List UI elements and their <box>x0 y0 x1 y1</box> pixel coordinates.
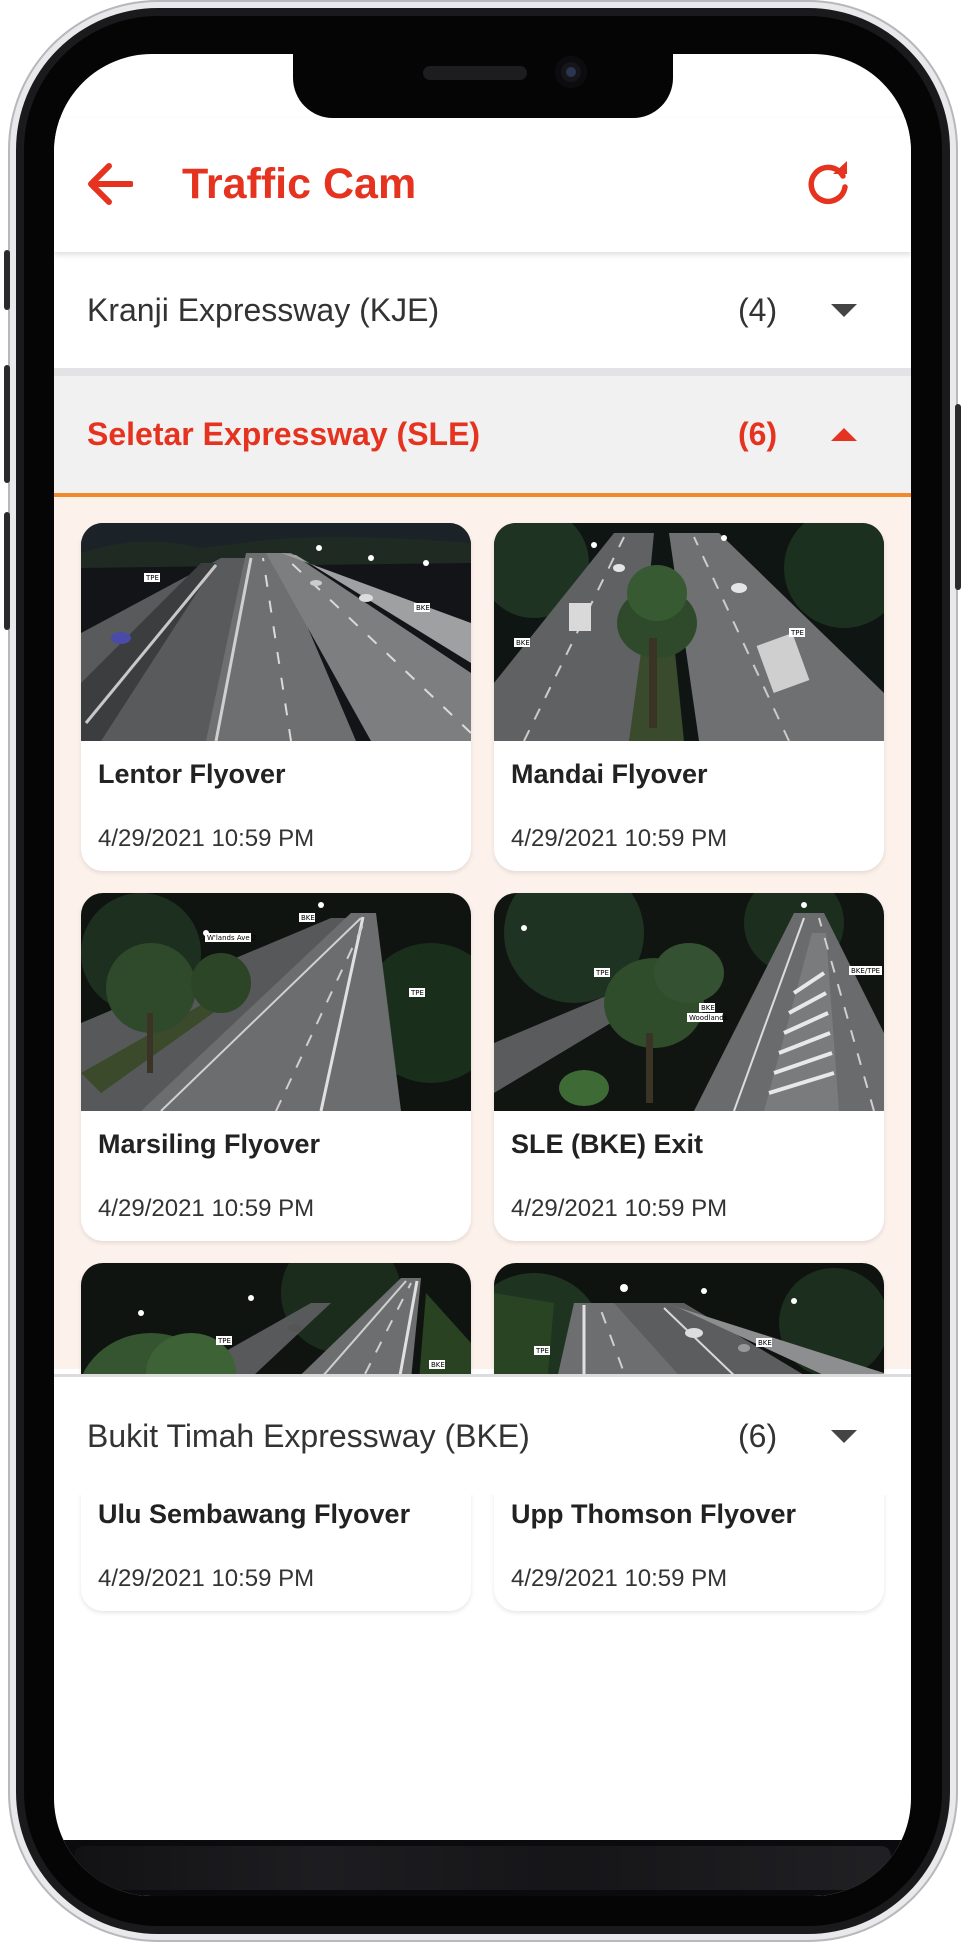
camera-image: W'lands Ave 2 BKE TPE <box>81 893 471 1111</box>
section-count: (6) <box>738 1417 778 1454</box>
camera-overlay-label: BKE/TPE <box>851 967 880 975</box>
camera-name: SLE (BKE) Exit <box>511 1129 704 1159</box>
chevron-down-icon <box>831 1429 857 1443</box>
section-name: Seletar Expressway (SLE) <box>87 416 481 452</box>
camera-overlay-label: BKE <box>301 914 315 922</box>
arrow-left-icon <box>88 163 133 205</box>
notch <box>293 54 673 118</box>
camera-timestamp: 4/29/2021 10:59 PM <box>98 825 315 852</box>
camera-overlay-label: BKE <box>431 1361 445 1369</box>
camera-overlay-label: BKE <box>758 1339 772 1347</box>
camera-overlay-label: Woodlands <box>689 1014 728 1022</box>
camera-card[interactable]: TPE BKE Lentor Flyover 4/29/2021 10:59 P… <box>81 523 471 871</box>
section-count: (6) <box>738 416 778 452</box>
section-kje[interactable]: Kranji Expressway (KJE) (4) <box>54 252 911 376</box>
volume-up-button <box>4 365 10 483</box>
camera-overlay-label: TPE <box>535 1347 549 1355</box>
phone-screen: Traffic Cam Kranji Expressway (KJE) (4) … <box>54 54 911 1896</box>
camera-name: Upp Thomson Flyover <box>511 1499 797 1529</box>
camera-image: TPE BKE Woodlands BKE/TPE <box>494 893 884 1111</box>
camera-image: TPE BKE <box>81 523 471 741</box>
camera-timestamp: 4/29/2021 10:59 PM <box>98 1565 315 1592</box>
camera-card[interactable]: BKE TPE Mandai Flyover 4/29/2021 10:59 P… <box>494 523 884 871</box>
section-sle[interactable]: Seletar Expressway (SLE) (6) <box>54 376 911 497</box>
front-camera-icon <box>555 56 587 88</box>
camera-overlay-label: W'lands Ave 2 <box>207 934 256 942</box>
refresh-icon <box>808 161 848 205</box>
camera-timestamp: 4/29/2021 10:59 PM <box>511 825 728 852</box>
app-bar: Traffic Cam <box>54 118 911 252</box>
camera-overlay-label: TPE <box>217 1337 231 1345</box>
section-name: Bukit Timah Expressway (BKE) <box>87 1417 530 1454</box>
screenshot-stage: Traffic Cam Kranji Expressway (KJE) (4) … <box>0 0 963 1946</box>
action-button <box>4 250 10 310</box>
earpiece-speaker <box>423 66 527 80</box>
refresh-button[interactable] <box>800 156 856 212</box>
camera-overlay-label: TPE <box>595 969 609 977</box>
camera-overlay-label: BKE <box>701 1004 715 1012</box>
camera-overlay-label: TPE <box>790 629 804 637</box>
camera-image: BKE TPE <box>494 523 884 741</box>
camera-card[interactable]: W'lands Ave 2 BKE TPE Marsiling Flyover … <box>81 893 471 1241</box>
bottom-image-strip <box>54 1840 911 1896</box>
camera-card[interactable]: TPE BKE Woodlands BKE/TPE SLE (BKE) Exit… <box>494 893 884 1241</box>
chevron-up-icon <box>831 428 857 441</box>
camera-overlay-label: BKE <box>516 639 530 647</box>
camera-timestamp: 4/29/2021 10:59 PM <box>511 1195 728 1222</box>
camera-timestamp: 4/29/2021 10:59 PM <box>98 1195 315 1222</box>
section-bke[interactable]: Bukit Timah Expressway (BKE) (6) <box>54 1374 911 1495</box>
section-count: (4) <box>738 291 778 328</box>
camera-overlay-label: TPE <box>410 989 424 997</box>
page-title: Traffic Cam <box>182 160 417 208</box>
chevron-down-icon <box>831 303 857 317</box>
back-button[interactable] <box>84 158 136 210</box>
section-name: Kranji Expressway (KJE) <box>87 291 440 328</box>
camera-name: Marsiling Flyover <box>98 1129 321 1159</box>
camera-overlay-label: BKE <box>416 604 430 612</box>
camera-timestamp: 4/29/2021 10:59 PM <box>511 1565 728 1592</box>
volume-down-button <box>4 512 10 630</box>
power-button <box>955 404 961 590</box>
camera-name: Ulu Sembawang Flyover <box>98 1499 411 1529</box>
camera-overlay-label: TPE <box>145 574 159 582</box>
camera-grid: TPE BKE Lentor Flyover 4/29/2021 10:59 P… <box>54 497 911 1611</box>
camera-name: Mandai Flyover <box>511 759 708 789</box>
camera-name: Lentor Flyover <box>98 759 286 789</box>
